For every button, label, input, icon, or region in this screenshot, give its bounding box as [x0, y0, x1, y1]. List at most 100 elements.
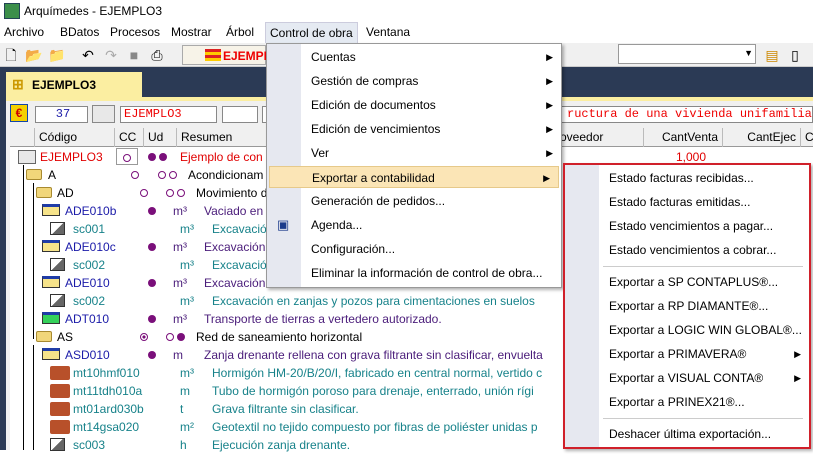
toolbar-combo[interactable]: ▼: [618, 44, 756, 64]
project-selector[interactable]: EJEMPL: [182, 45, 271, 65]
row-code: ADE010: [65, 276, 110, 290]
open-folder-icon[interactable]: 📂: [25, 47, 42, 63]
price-icon[interactable]: €: [10, 104, 28, 122]
row-code: ADE010b: [65, 204, 117, 218]
row-unit: t: [180, 402, 184, 416]
menu-item-edicion-vencimientos[interactable]: Edición de vencimientos ▶: [267, 118, 561, 140]
row-code: mt14gsa020: [73, 420, 140, 434]
submenu-item[interactable]: Exportar a PRIMAVERA® ▶: [565, 343, 809, 365]
col-ud[interactable]: Ud: [143, 128, 175, 147]
menu-item-label: Agenda...: [311, 218, 363, 232]
row-summary: Excavació: [212, 222, 267, 236]
row-unit: m³: [173, 312, 187, 326]
row-unit: m²: [180, 420, 194, 434]
submenu-item[interactable]: Deshacer última exportación...: [565, 423, 809, 445]
submenu-item[interactable]: Exportar a RP DIAMANTE®...: [565, 295, 809, 317]
col-cc[interactable]: CC: [114, 128, 144, 147]
submenu-item-label: Exportar a RP DIAMANTE®...: [609, 299, 769, 313]
submenu-item[interactable]: Exportar a VISUAL CONTA® ▶: [565, 367, 809, 389]
row-code: sc003: [73, 438, 106, 452]
menu-item-eliminar-control-obra[interactable]: Eliminar la información de control de ob…: [267, 262, 561, 284]
menu-separator: [603, 266, 803, 267]
undo-icon[interactable]: ↶: [80, 47, 96, 63]
menu-procesos[interactable]: Procesos: [110, 25, 160, 39]
menu-control-de-obra[interactable]: Control de obra: [265, 22, 358, 43]
row-summary: Transporte de tierras a vertedero autori…: [204, 312, 442, 326]
app-icon: [4, 3, 20, 19]
row-code: sc002: [73, 294, 106, 308]
number-field[interactable]: 37: [35, 106, 88, 123]
tab-icon: ⊞: [12, 76, 24, 92]
window-title: Arquímedes - EJEMPLO3: [24, 4, 163, 18]
menu-item-label: Ver: [311, 146, 330, 160]
new-file-icon[interactable]: 🗋: [3, 47, 19, 63]
menu-item-generacion-pedidos[interactable]: Generación de pedidos...: [267, 190, 561, 212]
menu-bdatos[interactable]: BDatos: [60, 25, 99, 39]
submenu-arrow-icon: ▶: [546, 124, 553, 134]
auxiliary-icon: [50, 258, 65, 271]
menu-item-edicion-documentos[interactable]: Edición de documentos ▶: [267, 94, 561, 116]
concept-icon[interactable]: [92, 105, 115, 123]
unit-icon: [42, 204, 60, 216]
row-code: mt01ard030b: [73, 402, 144, 416]
submenu-item-label: Exportar a PRIMAVERA®: [609, 347, 747, 361]
submenu-item[interactable]: Estado facturas emitidas...: [565, 191, 809, 213]
menu-item-label: Cuentas: [311, 50, 356, 64]
menu-item-exportar-contabilidad[interactable]: Exportar a contabilidad ▶: [269, 166, 559, 188]
menu-item-label: Gestión de compras: [311, 74, 419, 88]
menu-item-configuracion[interactable]: Configuración...: [267, 238, 561, 260]
submenu-arrow-icon: ▶: [543, 173, 550, 183]
row-unit: m³: [180, 366, 194, 380]
menu-item-ver[interactable]: Ver ▶: [267, 142, 561, 164]
menu-item-gestion-compras[interactable]: Gestión de compras ▶: [267, 70, 561, 92]
menu-item-agenda[interactable]: ▣ Agenda...: [267, 214, 561, 236]
menu-item-label: Exportar a contabilidad: [312, 171, 435, 185]
row-unit: m³: [173, 204, 187, 218]
save-icon[interactable]: ■: [126, 47, 142, 63]
col-ca[interactable]: Ca: [800, 128, 813, 147]
menu-separator: [603, 418, 803, 419]
code-field[interactable]: EJEMPLO3: [120, 106, 217, 123]
submenu-item-label: Exportar a VISUAL CONTA®: [609, 371, 764, 385]
phone-icon[interactable]: ▯: [787, 47, 803, 63]
menu-bar: Archivo BDatos Procesos Mostrar Árbol Co…: [0, 22, 813, 43]
material-icon: [50, 384, 70, 398]
submenu-arrow-icon: ▶: [546, 100, 553, 110]
col-proveedor[interactable]: oveedor: [555, 128, 645, 147]
submenu-item[interactable]: Estado facturas recibidas...: [565, 167, 809, 189]
row-summary: Geotextil no tejido compuesto por fibras…: [212, 420, 538, 434]
menu-item-cuentas[interactable]: Cuentas ▶: [267, 46, 561, 68]
folder-icon: [36, 187, 52, 198]
control-de-obra-menu: Cuentas ▶ Gestión de compras ▶ Edición de …: [266, 43, 562, 288]
menu-archivo[interactable]: Archivo: [4, 25, 44, 39]
menu-mostrar[interactable]: Mostrar: [171, 25, 212, 39]
print-icon[interactable]: ⎙: [149, 47, 165, 63]
material-icon: [50, 402, 70, 416]
menu-arbol[interactable]: Árbol: [226, 25, 254, 39]
row-unit: m: [180, 384, 190, 398]
redo-icon[interactable]: ↷: [103, 47, 119, 63]
col-cantventa[interactable]: CantVenta: [643, 128, 722, 147]
row-summary: Red de saneamiento horizontal: [196, 330, 363, 344]
submenu-item[interactable]: Estado vencimientos a pagar...: [565, 215, 809, 237]
col-codigo[interactable]: Código: [34, 128, 118, 147]
material-icon: [50, 420, 70, 434]
submenu-item[interactable]: Exportar a SP CONTAPLUS®...: [565, 271, 809, 293]
exportar-contabilidad-submenu: Estado facturas recibidas... Estado fact…: [563, 163, 811, 449]
submenu-item[interactable]: Exportar a LOGIC WIN GLOBAL®...: [565, 319, 809, 341]
row-summary: Grava filtrante sin clasificar.: [212, 402, 359, 416]
submenu-item[interactable]: Exportar a PRINEX21®...: [565, 391, 809, 413]
network-folder-icon[interactable]: 📁: [48, 47, 65, 63]
project-name: EJEMPL: [223, 49, 272, 63]
document-tab[interactable]: ⊞ EJEMPLO3: [6, 72, 142, 98]
blank-field[interactable]: [222, 106, 258, 123]
col-cantejec[interactable]: CantEjec: [722, 128, 800, 147]
row-code: AS: [57, 330, 74, 344]
submenu-item[interactable]: Estado vencimientos a cobrar...: [565, 239, 809, 261]
menu-ventana[interactable]: Ventana: [366, 25, 410, 39]
row-unit: m³: [180, 294, 194, 308]
row-code: AD: [57, 186, 74, 200]
submenu-arrow-icon: ▶: [794, 373, 801, 383]
submenu-item-label: Estado facturas recibidas...: [609, 171, 754, 185]
certificate-icon[interactable]: ▤: [764, 47, 780, 63]
